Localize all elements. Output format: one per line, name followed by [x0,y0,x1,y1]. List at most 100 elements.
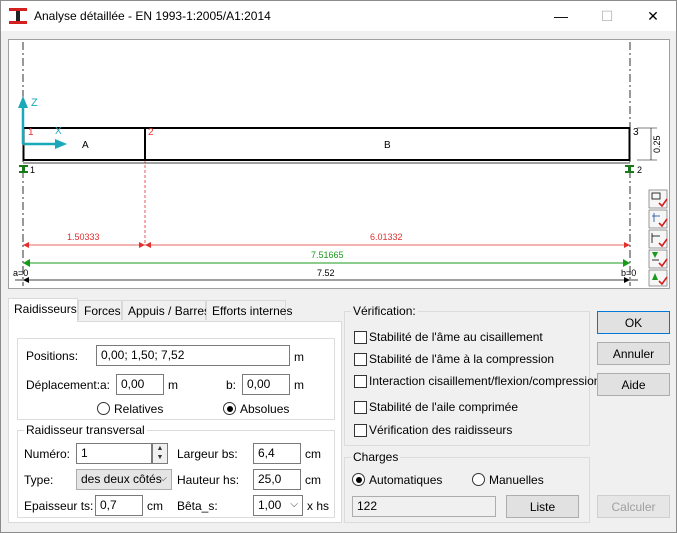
support-left-label: 1 [30,165,35,175]
beam-drawing[interactable]: A B 1 2 3 0.25 Z X 1 2 1.50333 6.01332 7… [8,39,670,289]
relatives-radio[interactable] [97,402,110,415]
maximize-button[interactable]: ☐ [584,1,630,31]
support-right-icon [625,165,634,173]
a-offset-label: a=0 [13,268,28,278]
toggle-support-icon[interactable] [648,249,668,269]
toggle-section-icon[interactable] [648,189,668,209]
type-select-value: des deux côtés [81,472,162,486]
chevron-down-icon: ⌵ [159,473,167,484]
absolues-radio[interactable] [223,402,236,415]
numero-label: Numéro: [24,447,71,461]
beta-select-value: 1,00 [258,498,282,512]
charges-group-title: Charges [351,450,401,464]
segment-b-label: B [384,140,391,151]
tab-efforts-internes[interactable]: Efforts internes [206,300,292,320]
total-dimension-label: 7.52 [317,268,335,278]
help-button[interactable]: Aide [597,373,670,396]
absolues-label[interactable]: Absolues [240,402,289,416]
z-axis-label: Z [31,97,38,109]
beta-label: Bêta_s: [177,499,218,513]
compression-stability-label[interactable]: Stabilité de l'âme à la compression [369,352,554,366]
node-2-label: 2 [148,127,154,138]
tab-panel-raidisseurs: Positions: 0,00; 1,50; 7,52 m Déplacemen… [8,321,342,523]
beam-outline [22,127,631,161]
app-icon [9,8,27,24]
shear-stability-label[interactable]: Stabilité de l'âme au cisaillement [369,330,543,344]
type-label: Type: [24,473,54,487]
window-title: Analyse détaillée - EN 1993-1:2005/A1:20… [34,9,271,23]
largeur-unit: cm [305,447,321,461]
interaction-label[interactable]: Interaction cisaillement/flexion/compres… [369,374,600,388]
numero-spinner[interactable]: ▲ ▼ [152,443,168,464]
cancel-button[interactable]: Annuler [597,342,670,365]
spin-down-icon[interactable]: ▼ [153,453,167,462]
check-shear-stability[interactable] [354,331,367,344]
positions-unit: m [294,350,304,364]
charges-group: Charges Automatiques Manuelles 122 Liste [344,450,590,523]
manual-label[interactable]: Manuelles [489,473,544,487]
displacement-a-input[interactable]: 0,00 [116,374,164,395]
numero-input[interactable]: 1 [76,443,152,464]
node-3-label: 3 [633,127,639,138]
tab-forces[interactable]: Forces [78,300,122,320]
title-bar: Analyse détaillée - EN 1993-1:2005/A1:20… [1,1,676,31]
verification-group: Vérification: Stabilité de l'âme au cisa… [344,304,600,446]
toggle-axis-icon[interactable] [648,229,668,249]
stiffener-verification-label[interactable]: Vérification des raidisseurs [369,423,512,437]
epaisseur-unit: cm [147,499,163,513]
spin-up-icon[interactable]: ▲ [153,444,167,453]
b-offset-label: b=0 [621,268,636,278]
automatic-radio[interactable] [352,473,365,486]
liste-button[interactable]: Liste [506,495,579,518]
flange-stability-label[interactable]: Stabilité de l'aile comprimée [369,400,518,414]
charges-value: 122 [352,496,496,517]
check-compression-stability[interactable] [354,353,367,366]
tab-appuis-barres[interactable]: Appuis / Barres [122,300,210,320]
hauteur-input[interactable]: 25,0 [253,469,301,490]
support-right-label: 2 [637,165,642,175]
positions-group: Positions: 0,00; 1,50; 7,52 m Déplacemen… [17,338,335,420]
toggle-dimension-icon[interactable] [648,209,668,229]
ok-button[interactable]: OK [597,311,670,334]
beta-unit: x hs [307,499,330,513]
displacement-b-unit: m [294,378,304,392]
close-button[interactable]: ✕ [630,1,676,31]
manual-radio[interactable] [472,473,485,486]
segment-a-label: A [82,140,89,151]
displacement-a-unit: m [168,378,178,392]
total-green-dimension-label: 7.51665 [311,250,344,260]
dialog-window: Analyse détaillée - EN 1993-1:2005/A1:20… [0,0,677,533]
tab-raidisseurs[interactable]: Raidisseurs [8,298,78,322]
x-axis-label: X [55,126,62,137]
hauteur-unit: cm [305,473,321,487]
positions-label: Positions: [26,349,79,363]
automatic-label[interactable]: Automatiques [369,473,442,487]
beta-select[interactable]: 1,00 ⌵ [253,495,303,516]
toggle-load-icon[interactable] [648,269,668,287]
view-toolbar [648,189,668,287]
largeur-input[interactable]: 6,4 [253,443,301,464]
type-select[interactable]: des deux côtés ⌵ [76,469,172,490]
support-left-icon [19,165,28,173]
transversal-group-title: Raidisseur transversal [24,423,147,437]
check-stiffener-verification[interactable] [354,424,367,437]
positions-input[interactable]: 0,00; 1,50; 7,52 [96,345,290,366]
check-interaction[interactable] [354,375,367,388]
height-dimension-label: 0.25 [652,135,662,153]
compute-button[interactable]: Calculer [597,495,670,518]
dimension-b-label: 6.01332 [370,232,403,242]
epaisseur-input[interactable]: 0,7 [95,495,143,516]
verification-group-title: Vérification: [351,304,418,318]
transversal-stiffener-group: Raidisseur transversal Numéro: 1 ▲ ▼ Lar… [17,423,335,518]
largeur-label: Largeur bs: [177,447,238,461]
displacement-b-input[interactable]: 0,00 [242,374,290,395]
epaisseur-label: Epaisseur ts: [24,499,94,513]
relatives-label[interactable]: Relatives [114,402,163,416]
chevron-down-icon: ⌵ [290,499,298,510]
displacement-label: Déplacement: [26,378,101,392]
displacement-b-label: b: [226,378,237,392]
check-flange-stability[interactable] [354,401,367,414]
node-1-label: 1 [28,127,34,138]
hauteur-label: Hauteur hs: [177,473,240,487]
minimize-button[interactable]: — [538,1,584,31]
